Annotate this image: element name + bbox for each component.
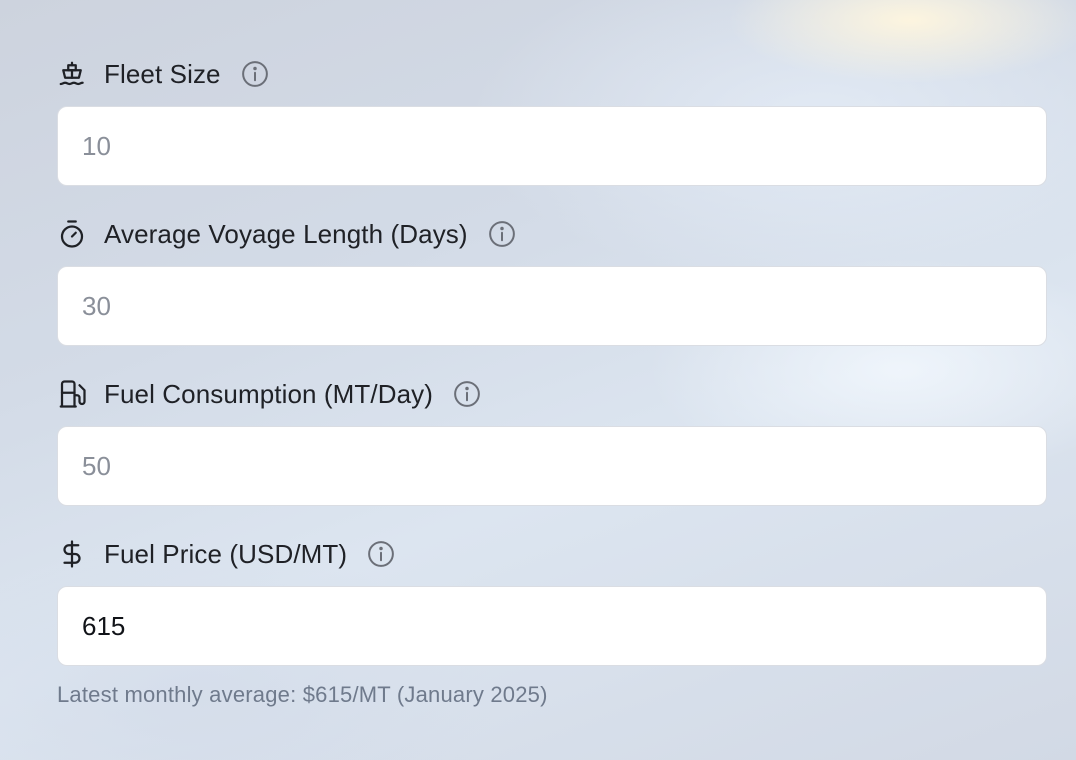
- fuel-consumption-label-row: Fuel Consumption (MT/Day): [57, 372, 1047, 416]
- fuel-consumption-input[interactable]: [57, 426, 1047, 506]
- fuel-price-label: Fuel Price (USD/MT): [104, 538, 348, 569]
- voyage-length-input[interactable]: [57, 266, 1047, 346]
- fleet-size-label-row: Fleet Size: [57, 52, 1047, 96]
- dollar-icon: [57, 538, 89, 570]
- fuel-price-field: Fuel Price (USD/MT): [57, 532, 1047, 666]
- fleet-size-input[interactable]: [57, 106, 1047, 186]
- fuel-price-info-icon[interactable]: [365, 538, 397, 570]
- fleet-size-field: Fleet Size: [57, 52, 1047, 186]
- fuel-consumption-label: Fuel Consumption (MT/Day): [104, 378, 434, 409]
- fuel-price-input[interactable]: [57, 586, 1047, 666]
- voyage-length-info-icon[interactable]: [486, 218, 518, 250]
- fleet-size-label: Fleet Size: [104, 58, 221, 89]
- fuel-price-hint: Latest monthly average: $615/MT (January…: [57, 682, 548, 707]
- fuel-consumption-info-icon[interactable]: [451, 378, 483, 410]
- fuel-pump-icon: [57, 378, 89, 410]
- voyage-length-label: Average Voyage Length (Days): [104, 218, 468, 249]
- fuel-consumption-field: Fuel Consumption (MT/Day): [57, 372, 1047, 506]
- voyage-length-label-row: Average Voyage Length (Days): [57, 212, 1047, 256]
- calculator-form: Fleet Size Average Voyage Length (Days): [57, 52, 1047, 708]
- ship-icon: [57, 58, 89, 90]
- fleet-size-info-icon[interactable]: [239, 58, 271, 90]
- voyage-length-field: Average Voyage Length (Days): [57, 212, 1047, 346]
- fuel-price-label-row: Fuel Price (USD/MT): [57, 532, 1047, 576]
- timer-icon: [57, 218, 89, 250]
